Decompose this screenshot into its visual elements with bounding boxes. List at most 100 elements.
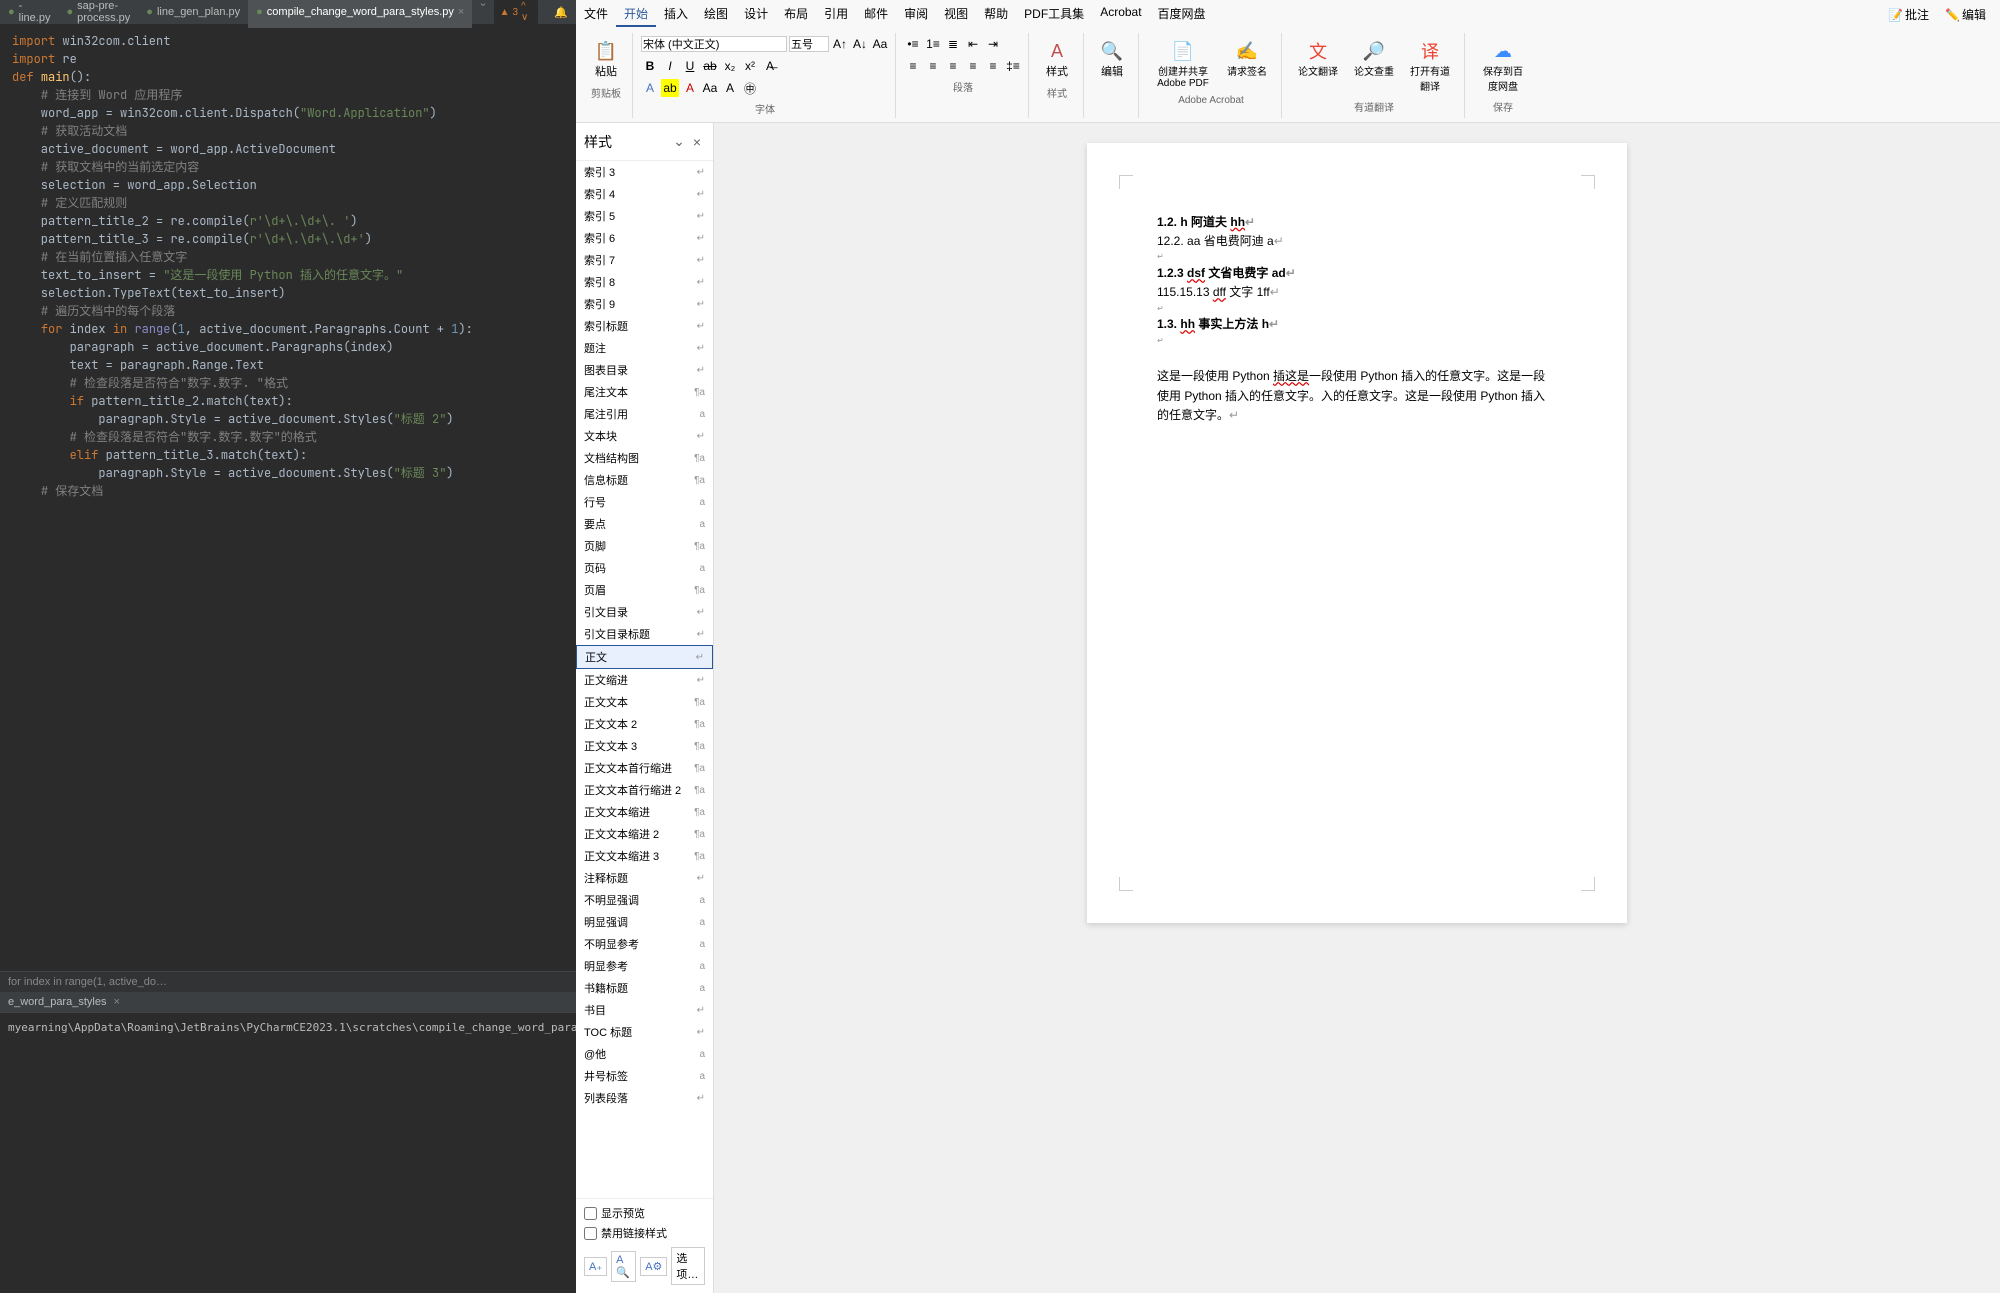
- style-item[interactable]: 正文文本 2¶a: [576, 713, 713, 735]
- subscript-button[interactable]: x₂: [721, 57, 739, 75]
- style-item[interactable]: 井号标签a: [576, 1065, 713, 1087]
- underline-button[interactable]: U: [681, 57, 699, 75]
- edit-button[interactable]: ✏️ 编辑: [1939, 4, 1992, 25]
- style-item[interactable]: 明显强调a: [576, 911, 713, 933]
- options-button[interactable]: 选项…: [671, 1247, 705, 1285]
- run-console[interactable]: myearning\AppData\Roaming\JetBrains\PyCh…: [0, 1013, 576, 1293]
- style-item[interactable]: 索引 6↵: [576, 227, 713, 249]
- style-item[interactable]: 信息标题¶a: [576, 469, 713, 491]
- style-item[interactable]: 引文目录↵: [576, 601, 713, 623]
- style-item[interactable]: 正文↵: [576, 645, 713, 669]
- document-area[interactable]: 1.2. h 阿道夫 hh↵12.2. aa 省电费阿迪 a↵↵1.2.3 ds…: [714, 123, 2000, 1293]
- menu-item[interactable]: 帮助: [976, 2, 1016, 27]
- menu-item[interactable]: 百度网盘: [1150, 2, 1214, 27]
- increase-indent-button[interactable]: ⇥: [984, 35, 1002, 53]
- italic-button[interactable]: I: [661, 57, 679, 75]
- style-item[interactable]: 正文文本缩进¶a: [576, 801, 713, 823]
- save-baidu-button[interactable]: ☁ 保存到百度网盘: [1473, 35, 1533, 97]
- numbering-button[interactable]: 1≡: [924, 35, 942, 53]
- menu-item[interactable]: 视图: [936, 2, 976, 27]
- phonetic-button[interactable]: Aa: [701, 79, 719, 97]
- document-content[interactable]: 1.2. h 阿道夫 hh↵12.2. aa 省电费阿迪 a↵↵1.2.3 ds…: [1157, 213, 1557, 425]
- style-item[interactable]: 不明显强调a: [576, 889, 713, 911]
- style-item[interactable]: 正文文本首行缩进¶a: [576, 757, 713, 779]
- style-item[interactable]: 页眉¶a: [576, 579, 713, 601]
- paste-button[interactable]: 📋 粘贴: [586, 35, 626, 83]
- style-item[interactable]: 正文文本缩进 2¶a: [576, 823, 713, 845]
- notifications-icon[interactable]: 🔔: [546, 6, 576, 19]
- styles-list[interactable]: 索引 3↵索引 4↵索引 5↵索引 6↵索引 7↵索引 8↵索引 9↵索引标题↵…: [576, 161, 713, 1198]
- style-item[interactable]: 索引 9↵: [576, 293, 713, 315]
- menu-item[interactable]: 设计: [736, 2, 776, 27]
- align-left-button[interactable]: ≡: [904, 57, 922, 75]
- style-item[interactable]: 引文目录标题↵: [576, 623, 713, 645]
- text-effects-button[interactable]: A: [641, 79, 659, 97]
- styles-button[interactable]: A 样式: [1037, 35, 1077, 83]
- new-style-button[interactable]: A₊: [584, 1257, 607, 1276]
- chevron-down-icon[interactable]: ⌄: [669, 131, 689, 152]
- style-item[interactable]: 明显参考a: [576, 955, 713, 977]
- request-sign-button[interactable]: ✍ 请求签名: [1219, 35, 1275, 93]
- font-size-select[interactable]: [789, 36, 829, 52]
- line-spacing-button[interactable]: ‡≡: [1004, 57, 1022, 75]
- style-item[interactable]: 行号a: [576, 491, 713, 513]
- bullets-button[interactable]: •≡: [904, 35, 922, 53]
- menu-item[interactable]: 审阅: [896, 2, 936, 27]
- style-item[interactable]: 索引标题↵: [576, 315, 713, 337]
- page[interactable]: 1.2. h 阿道夫 hh↵12.2. aa 省电费阿迪 a↵↵1.2.3 ds…: [1087, 143, 1627, 923]
- style-inspector-button[interactable]: A🔍: [611, 1251, 636, 1282]
- enclose-button[interactable]: ㊥: [741, 79, 759, 97]
- font-color-button[interactable]: A: [681, 79, 699, 97]
- align-right-button[interactable]: ≡: [944, 57, 962, 75]
- menu-item[interactable]: 插入: [656, 2, 696, 27]
- style-item[interactable]: 列表段落↵: [576, 1087, 713, 1109]
- close-icon[interactable]: ×: [689, 132, 705, 152]
- style-item[interactable]: 正文文本缩进 3¶a: [576, 845, 713, 867]
- align-center-button[interactable]: ≡: [924, 57, 942, 75]
- code-editor[interactable]: import win32com.clientimport redef main(…: [0, 24, 576, 971]
- style-item[interactable]: 文档结构图¶a: [576, 447, 713, 469]
- style-item[interactable]: 索引 7↵: [576, 249, 713, 271]
- menu-item[interactable]: 文件: [576, 2, 616, 27]
- style-item[interactable]: 正文文本¶a: [576, 691, 713, 713]
- lookup-button[interactable]: 🔎 论文查重: [1346, 35, 1402, 97]
- change-case-button[interactable]: Aa: [871, 35, 889, 53]
- editing-button[interactable]: 🔍 编辑: [1092, 35, 1132, 83]
- disable-link-checkbox[interactable]: 禁用链接样式: [580, 1223, 709, 1243]
- close-icon[interactable]: ×: [458, 6, 464, 18]
- menu-item[interactable]: 开始: [616, 2, 656, 27]
- style-item[interactable]: 索引 3↵: [576, 161, 713, 183]
- menu-item[interactable]: PDF工具集: [1016, 2, 1092, 27]
- style-item[interactable]: 页码a: [576, 557, 713, 579]
- style-item[interactable]: 图表目录↵: [576, 359, 713, 381]
- comment-button[interactable]: 📝 批注: [1882, 4, 1935, 25]
- menu-item[interactable]: 邮件: [856, 2, 896, 27]
- style-item[interactable]: 注释标题↵: [576, 867, 713, 889]
- style-item[interactable]: 索引 8↵: [576, 271, 713, 293]
- shrink-font-button[interactable]: A↓: [851, 35, 869, 53]
- style-item[interactable]: 不明显参考a: [576, 933, 713, 955]
- style-item[interactable]: 书目↵: [576, 999, 713, 1021]
- style-item[interactable]: 题注↵: [576, 337, 713, 359]
- clear-format-button[interactable]: A̶: [761, 57, 779, 75]
- style-item[interactable]: 索引 4↵: [576, 183, 713, 205]
- style-item[interactable]: 尾注文本¶a: [576, 381, 713, 403]
- show-preview-checkbox[interactable]: 显示预览: [580, 1203, 709, 1223]
- menu-item[interactable]: 引用: [816, 2, 856, 27]
- warnings-badge[interactable]: ▲ 3 ^ ∨: [494, 0, 539, 25]
- menu-item[interactable]: 布局: [776, 2, 816, 27]
- run-tab[interactable]: e_word_para_styles ×: [0, 992, 576, 1013]
- style-item[interactable]: 索引 5↵: [576, 205, 713, 227]
- multilevel-button[interactable]: ≣: [944, 35, 962, 53]
- style-item[interactable]: 正文文本首行缩进 2¶a: [576, 779, 713, 801]
- open-youdao-button[interactable]: 译 打开有道翻译: [1402, 35, 1458, 97]
- style-item[interactable]: 要点a: [576, 513, 713, 535]
- align-distribute-button[interactable]: ≡: [984, 57, 1002, 75]
- align-justify-button[interactable]: ≡: [964, 57, 982, 75]
- style-item[interactable]: 正文文本 3¶a: [576, 735, 713, 757]
- create-pdf-button[interactable]: 📄 创建并共享 Adobe PDF: [1147, 35, 1219, 93]
- style-item[interactable]: TOC 标题↵: [576, 1021, 713, 1043]
- bold-button[interactable]: B: [641, 57, 659, 75]
- superscript-button[interactable]: x²: [741, 57, 759, 75]
- style-item[interactable]: 文本块↵: [576, 425, 713, 447]
